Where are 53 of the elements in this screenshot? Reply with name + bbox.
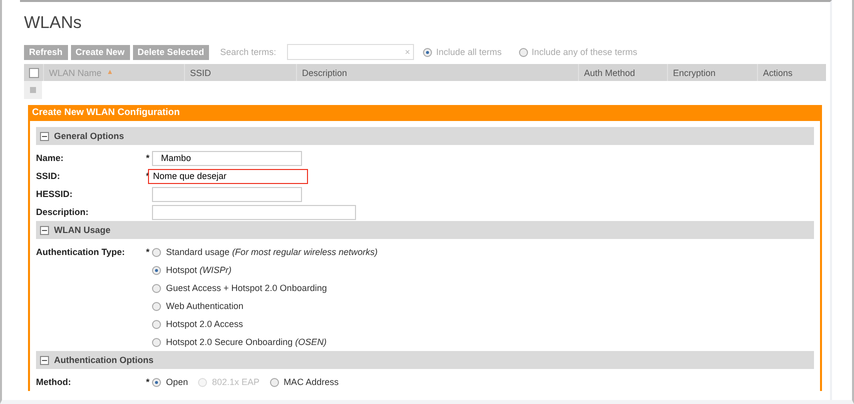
section-header[interactable]: WLAN Usage: [36, 221, 814, 239]
panel-title: Create New WLAN Configuration: [28, 105, 822, 121]
input-field[interactable]: [152, 186, 302, 202]
page-title: WLANs: [24, 13, 83, 33]
search-label: Search terms:: [220, 47, 276, 57]
section-title: General Options: [54, 131, 124, 141]
radio-label: 802.1x EAP: [212, 377, 260, 387]
section-title: WLAN Usage: [54, 225, 111, 235]
radio-label: Hotspot (WISPr): [166, 265, 232, 275]
input-field[interactable]: Mambo: [152, 150, 302, 166]
radio-label: MAC Address: [284, 377, 339, 387]
radio-label: Open: [166, 377, 188, 387]
radio-label: Include all terms: [436, 47, 502, 57]
field-label: SSID:: [36, 171, 62, 181]
radio-button[interactable]: [152, 248, 161, 256]
radio-label: Hotspot 2.0 Secure Onboarding (OSEN): [166, 337, 327, 347]
radio-button[interactable]: [270, 378, 279, 386]
radio-label: Standard usage (For most regular wireless networks): [166, 247, 378, 257]
radio-button[interactable]: [152, 320, 161, 328]
field-label: Authentication Type:: [36, 247, 125, 257]
collapse-icon[interactable]: [40, 356, 49, 364]
checkbox[interactable]: [30, 87, 36, 93]
radio-button[interactable]: [518, 48, 528, 56]
field-label: HESSID:: [36, 189, 74, 199]
field-label: Name:: [36, 153, 65, 163]
radio-button[interactable]: [152, 266, 161, 274]
radio-label: Include any of these terms: [532, 47, 638, 57]
section-header[interactable]: Authentication Options: [36, 351, 814, 369]
column-header[interactable]: SSID: [190, 68, 212, 78]
radio-label: Guest Access + Hotspot 2.0 Onboarding: [166, 283, 327, 293]
field-label: Description:: [36, 207, 90, 217]
field-label: Method:: [36, 377, 72, 387]
radio-label: Hotspot 2.0 Access: [166, 319, 244, 329]
radio-label: Web Authentication: [166, 301, 244, 311]
collapse-icon[interactable]: [40, 132, 49, 140]
input-field[interactable]: [152, 204, 356, 220]
radio-button[interactable]: [152, 302, 161, 310]
required-mark: *: [146, 377, 150, 387]
radio-button[interactable]: [423, 48, 432, 56]
collapse-icon[interactable]: [40, 226, 49, 234]
column-header[interactable]: Auth Method: [584, 68, 636, 78]
column-header[interactable]: Actions: [763, 68, 793, 78]
required-mark: *: [146, 247, 150, 257]
required-mark: *: [146, 153, 150, 163]
section-title: Authentication Options: [54, 355, 154, 365]
radio-button[interactable]: [152, 284, 161, 292]
radio-button[interactable]: [152, 378, 161, 386]
input-field[interactable]: Nome que desejar: [148, 168, 308, 184]
column-header[interactable]: Description: [302, 68, 348, 78]
section-header[interactable]: General Options: [36, 127, 814, 145]
radio-button[interactable]: [152, 338, 161, 346]
checkbox[interactable]: [29, 68, 39, 78]
column-header[interactable]: Encryption: [673, 68, 716, 78]
